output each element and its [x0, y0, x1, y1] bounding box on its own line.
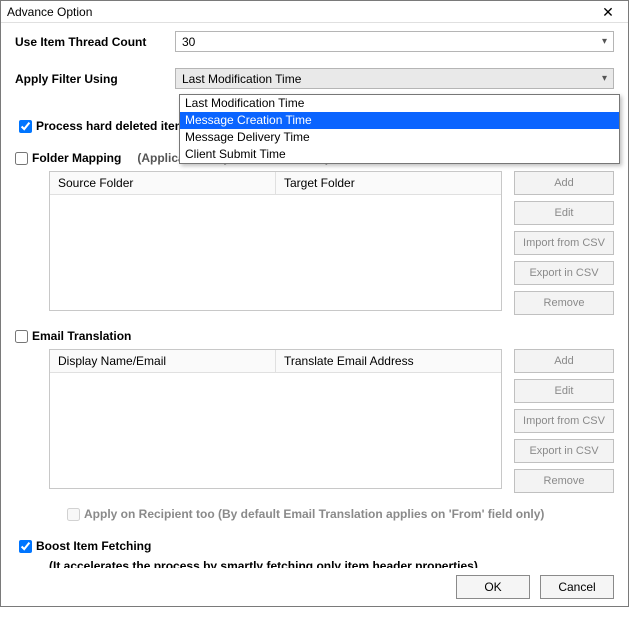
folder-mapping-table: Source Folder Target Folder — [49, 171, 502, 311]
cancel-button[interactable]: Cancel — [540, 575, 614, 599]
thread-count-label: Use Item Thread Count — [15, 35, 175, 49]
email-translation-checkbox[interactable] — [15, 330, 28, 343]
apply-filter-select[interactable]: Last Modification Time ▾ — [175, 68, 614, 89]
thread-count-value: 30 — [182, 35, 195, 49]
apply-filter-dropdown[interactable]: Last Modification Time Message Creation … — [179, 94, 620, 164]
email-translation-col-address[interactable]: Translate Email Address — [276, 350, 501, 373]
close-icon[interactable]: ✕ — [592, 1, 624, 23]
folder-mapping-remove-button[interactable]: Remove — [514, 291, 614, 315]
filter-option[interactable]: Last Modification Time — [180, 95, 619, 112]
chevron-down-icon: ▾ — [602, 73, 611, 84]
apply-filter-label: Apply Filter Using — [15, 72, 175, 86]
email-translation-edit-button[interactable]: Edit — [514, 379, 614, 403]
folder-mapping-label: Folder Mapping — [32, 151, 121, 165]
filter-option[interactable]: Message Delivery Time — [180, 129, 619, 146]
process-hard-deleted-label: Process hard deleted items — [36, 119, 192, 133]
thread-count-select[interactable]: 30 ▾ — [175, 31, 614, 52]
ok-button[interactable]: OK — [456, 575, 530, 599]
email-translation-add-button[interactable]: Add — [514, 349, 614, 373]
email-translation-remove-button[interactable]: Remove — [514, 469, 614, 493]
process-hard-deleted-checkbox[interactable] — [19, 120, 32, 133]
folder-mapping-add-button[interactable]: Add — [514, 171, 614, 195]
boost-checkbox[interactable] — [19, 540, 32, 553]
chevron-down-icon: ▾ — [602, 36, 611, 47]
folder-mapping-col-source[interactable]: Source Folder — [50, 172, 276, 195]
email-translation-label: Email Translation — [32, 329, 131, 343]
apply-filter-value: Last Modification Time — [182, 72, 301, 86]
filter-option[interactable]: Client Submit Time — [180, 146, 619, 163]
folder-mapping-edit-button[interactable]: Edit — [514, 201, 614, 225]
filter-option[interactable]: Message Creation Time — [180, 112, 619, 129]
apply-recipient-checkbox — [67, 508, 80, 521]
email-translation-export-button[interactable]: Export in CSV — [514, 439, 614, 463]
folder-mapping-checkbox[interactable] — [15, 152, 28, 165]
boost-label: Boost Item Fetching — [36, 539, 151, 553]
window-title: Advance Option — [7, 5, 92, 19]
email-translation-col-name[interactable]: Display Name/Email — [50, 350, 276, 373]
email-translation-table: Display Name/Email Translate Email Addre… — [49, 349, 502, 489]
folder-mapping-import-button[interactable]: Import from CSV — [514, 231, 614, 255]
apply-recipient-label: Apply on Recipient too (By default Email… — [84, 507, 544, 521]
folder-mapping-col-target[interactable]: Target Folder — [276, 172, 501, 195]
email-translation-import-button[interactable]: Import from CSV — [514, 409, 614, 433]
folder-mapping-export-button[interactable]: Export in CSV — [514, 261, 614, 285]
